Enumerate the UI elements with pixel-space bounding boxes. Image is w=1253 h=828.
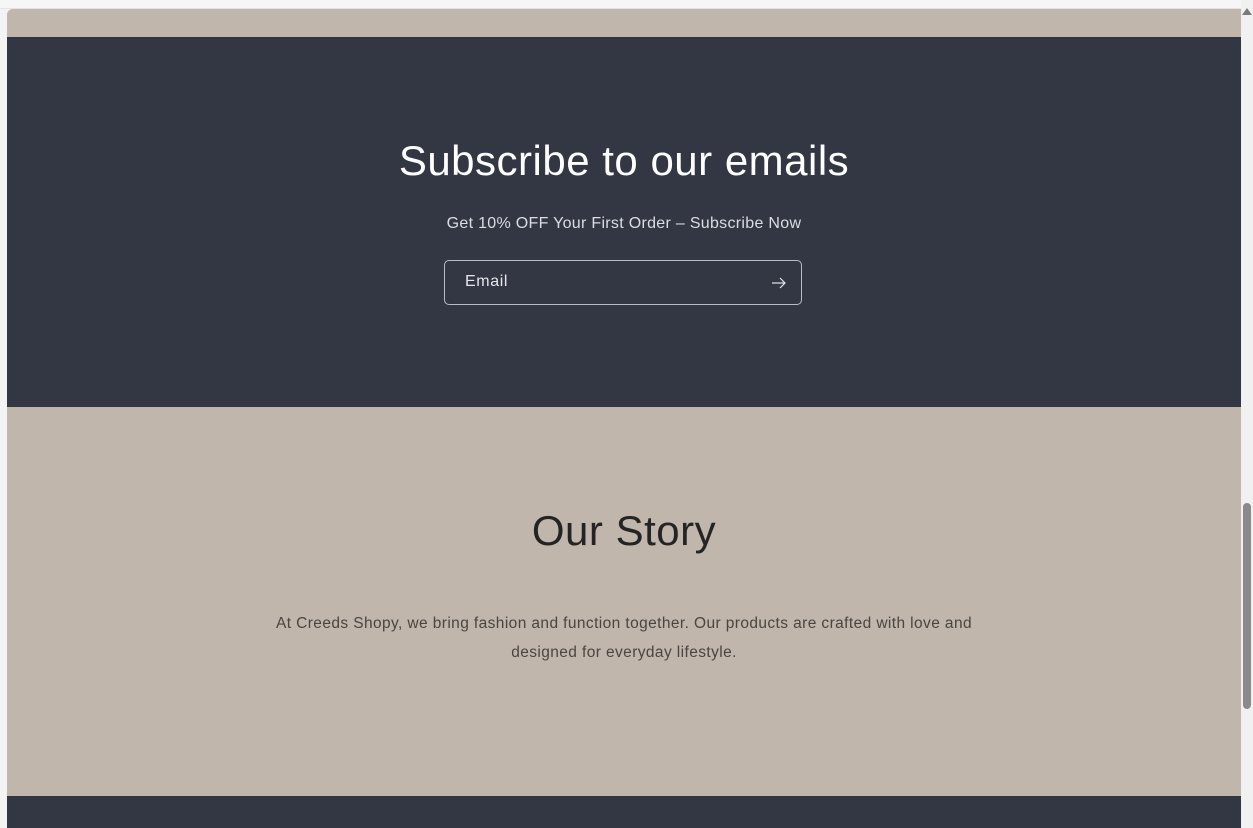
top-strip xyxy=(0,0,1241,9)
page-content: Subscribe to our emails Get 10% OFF Your… xyxy=(7,9,1241,828)
footer-band xyxy=(7,796,1241,828)
email-placeholder: Email xyxy=(465,273,509,290)
email-field[interactable]: Email xyxy=(444,260,802,305)
previous-section-edge xyxy=(7,9,1241,37)
newsletter-title: Subscribe to our emails xyxy=(398,137,850,184)
newsletter-subtitle: Get 10% OFF Your First Order – Subscribe… xyxy=(446,215,802,232)
arrow-right-icon[interactable] xyxy=(769,274,789,292)
browser-viewport: Subscribe to our emails Get 10% OFF Your… xyxy=(0,0,1253,828)
scroll-thumb[interactable] xyxy=(1243,503,1251,709)
newsletter-section: Subscribe to our emails Get 10% OFF Your… xyxy=(7,37,1241,407)
story-text: At Creeds Shopy, we bring fashion and fu… xyxy=(276,615,972,661)
story-title: Our Story xyxy=(531,507,717,554)
our-story-section: Our Story At Creeds Shopy, we bring fash… xyxy=(7,407,1241,796)
scrollbar[interactable] xyxy=(1241,0,1253,828)
scroll-up-icon[interactable] xyxy=(1242,8,1252,15)
